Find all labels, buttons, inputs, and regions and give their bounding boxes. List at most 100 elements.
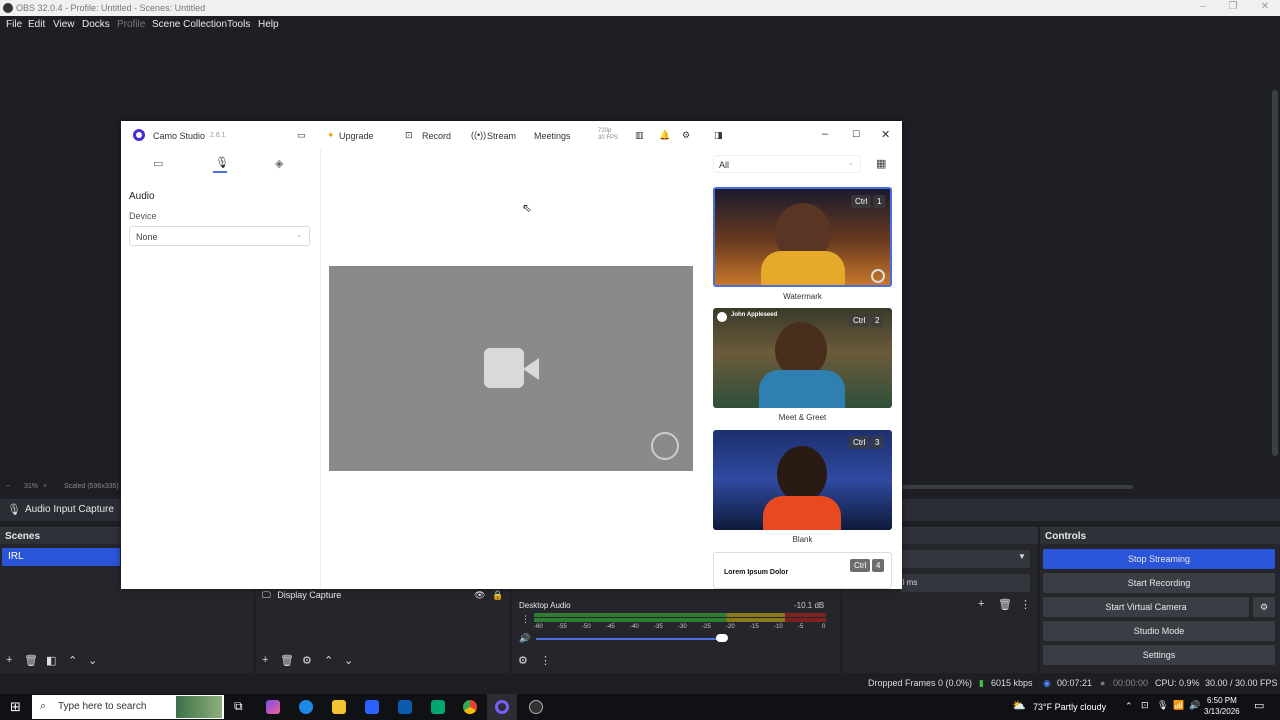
source-down-icon[interactable]: ⌄ [344, 654, 353, 667]
scene-filter-icon[interactable]: ◧ [46, 654, 56, 667]
camo-maximize-icon[interactable]: ☐ [852, 129, 860, 140]
menu-docks[interactable]: Docks [82, 19, 110, 30]
transition-select[interactable]: ▼ [900, 550, 1030, 568]
preview-vertical-scrollbar[interactable] [1270, 34, 1280, 482]
start-recording-button[interactable]: Start Recording [1043, 573, 1275, 593]
zoom-minus-icon[interactable]: − [6, 483, 10, 490]
scene-tile-lorem[interactable]: Lorem Ipsum Dolor Ctrl 4 [713, 552, 892, 589]
move-down-icon[interactable]: ⌄ [88, 654, 97, 667]
settings-button[interactable]: Settings [1043, 645, 1275, 665]
tray-chevron-icon[interactable]: ⌃ [1125, 701, 1133, 712]
resolution-readout[interactable]: 720p [598, 128, 611, 134]
close-icon[interactable]: ✕ [1250, 1, 1280, 12]
fps-readout-camo[interactable]: 30 FPS [598, 135, 618, 141]
scene-tile-blank[interactable]: Ctrl 3 [713, 430, 892, 530]
restore-icon[interactable]: ❐ [1218, 1, 1248, 12]
upgrade-button[interactable]: Upgrade [339, 131, 374, 141]
mail-icon[interactable] [398, 700, 412, 714]
tray-app-icon[interactable]: ⊡ [1141, 700, 1149, 711]
copilot-icon[interactable] [266, 700, 280, 714]
volume-slider[interactable] [536, 638, 726, 640]
transition-duration-field[interactable]: 0 ms [900, 574, 1030, 592]
settings-gear-icon[interactable]: ⚙ [682, 130, 690, 141]
move-up-icon[interactable]: ⌃ [68, 654, 77, 667]
audio-tab-icon[interactable]: 🎙 [215, 156, 229, 169]
video-tab-icon[interactable]: ▭ [153, 157, 163, 170]
menu-edit[interactable]: Edit [28, 19, 45, 30]
cpu-usage: CPU: 0.9% [1155, 678, 1200, 688]
scene-label-watermark: Watermark [783, 292, 822, 301]
speaker-icon[interactable]: 🔊 [519, 633, 530, 644]
camo-studio-window: Camo Studio 2.6.1 ▭ ✦ Upgrade ⊡ Record (… [121, 121, 902, 589]
task-view-icon[interactable]: ⧉ [234, 699, 243, 714]
grid-view-icon[interactable]: ▦ [876, 157, 886, 170]
wifi-icon[interactable]: 📶 [1173, 700, 1184, 711]
virtual-camera-settings-icon[interactable]: ⚙ [1253, 597, 1275, 617]
camo-taskbar-active[interactable] [487, 694, 517, 720]
studio-mode-button[interactable]: Studio Mode [1043, 621, 1275, 641]
clock-time[interactable]: 6:50 PM [1207, 696, 1237, 705]
remove-source-icon[interactable]: 🗑 [280, 654, 294, 667]
mixer-settings-icon[interactable]: ⚙ [518, 654, 528, 667]
source-item-display-capture[interactable]: 🖵 Display Capture 👁 🔒 [262, 590, 506, 606]
volume-slider-handle[interactable] [716, 634, 728, 642]
visibility-eye-icon[interactable]: 👁 [474, 590, 485, 601]
edge-icon[interactable] [299, 700, 313, 714]
add-source-icon[interactable]: + [262, 654, 268, 666]
obs-taskbar-icon[interactable] [529, 700, 543, 714]
minimize-icon[interactable]: – [1188, 1, 1218, 12]
taskbar-search-box[interactable]: ⌕ Type here to search [32, 695, 224, 719]
windows-start-icon[interactable]: ⊞ [10, 699, 21, 715]
tray-mic-icon[interactable]: 🎙 [1157, 700, 1168, 711]
add-scene-icon[interactable]: + [6, 654, 12, 666]
transition-menu-icon[interactable]: ⋮ [1020, 598, 1031, 611]
remove-scene-icon[interactable]: 🗑 [24, 654, 38, 667]
scene-item-irl[interactable]: IRL [2, 548, 120, 566]
camo-minimize-icon[interactable]: – [822, 128, 828, 140]
weather-text[interactable]: 73°F Partly cloudy [1033, 702, 1106, 712]
menu-view[interactable]: View [53, 19, 75, 30]
dropped-frames: Dropped Frames 0 (0.0%) [868, 678, 973, 688]
layout-icon[interactable]: ▥ [635, 130, 644, 141]
scene-filter-select[interactable]: All ⌄ [713, 155, 861, 173]
lock-icon[interactable]: 🔒 [492, 590, 503, 601]
clock-date[interactable]: 3/13/2026 [1204, 707, 1240, 716]
scene-tile-meet-greet[interactable]: John Appleseed Ctrl 2 [713, 308, 892, 408]
scene-tile-watermark[interactable]: Ctrl 1 [713, 187, 892, 287]
mixer-menu-icon[interactable]: ⋮ [540, 654, 551, 667]
menu-scene-collection[interactable]: Scene Collection [152, 19, 227, 30]
layers-tab-icon[interactable]: ◈ [275, 157, 283, 170]
zoom-plus-icon[interactable]: + [43, 483, 47, 490]
menu-profile[interactable]: Profile [117, 19, 145, 30]
menu-file[interactable]: File [6, 19, 22, 30]
camo-close-icon[interactable]: ✕ [881, 128, 890, 141]
scrollbar-thumb[interactable] [1272, 90, 1278, 456]
profile-dot-icon [717, 312, 727, 322]
stream-button[interactable]: Stream [487, 131, 516, 141]
source-properties-icon[interactable]: ⚙ [302, 654, 312, 667]
menu-help[interactable]: Help [258, 19, 279, 30]
shortcut-key: 2 [871, 314, 884, 327]
channel-menu-icon[interactable]: ⋮ [521, 614, 530, 625]
device-select[interactable]: None ⌄ [129, 226, 310, 246]
sidebar-toggle-icon[interactable]: ▭ [297, 130, 306, 141]
app-icon[interactable] [431, 700, 445, 714]
notification-bell-icon[interactable]: 🔔 [659, 130, 670, 141]
panel-toggle-icon[interactable]: ◨ [714, 130, 723, 141]
scene-label-meet-greet: Meet & Greet [778, 413, 827, 422]
record-button[interactable]: Record [422, 131, 451, 141]
chrome-icon[interactable] [463, 700, 477, 714]
camera-preview[interactable] [329, 266, 693, 471]
add-transition-icon[interactable]: + [978, 598, 984, 610]
source-up-icon[interactable]: ⌃ [324, 654, 333, 667]
panel-divider [320, 149, 321, 589]
volume-icon[interactable]: 🔊 [1189, 700, 1200, 711]
menu-tools[interactable]: Tools [227, 19, 250, 30]
notification-icon[interactable]: ▭ [1254, 699, 1264, 712]
meetings-button[interactable]: Meetings [534, 131, 571, 141]
store-icon[interactable] [365, 700, 379, 714]
remove-transition-icon[interactable]: 🗑 [998, 598, 1012, 611]
start-virtual-camera-button[interactable]: Start Virtual Camera [1043, 597, 1249, 617]
file-explorer-icon[interactable] [332, 700, 346, 714]
stop-streaming-button[interactable]: Stop Streaming [1043, 549, 1275, 569]
